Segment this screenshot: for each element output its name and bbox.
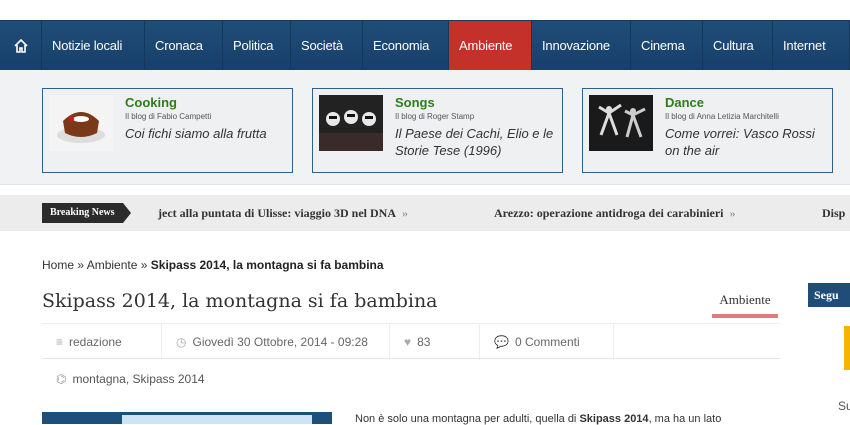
- blog-card-cooking[interactable]: Cooking Il blog di Fabio Campetti Coi fi…: [42, 88, 293, 173]
- ticker-item-text: ject alla puntata di Ulisse: viaggio 3D …: [158, 206, 396, 220]
- blog-category: Dance: [665, 95, 705, 110]
- ticker-item-text: Arezzo: operazione antidroga dei carabin…: [494, 206, 724, 220]
- breaking-news-label: Breaking News: [42, 203, 131, 223]
- meta-likes[interactable]: ♥ 83: [390, 324, 480, 360]
- breadcrumb-current: Skipass 2014, la montagna si fa bambina: [150, 258, 384, 272]
- nav-societa[interactable]: Società: [291, 21, 363, 71]
- breadcrumb-section[interactable]: Ambiente: [87, 258, 138, 272]
- meta-comments[interactable]: 💬 0 Commenti: [480, 324, 614, 360]
- nav-cinema[interactable]: Cinema: [631, 21, 703, 71]
- like-count: 83: [417, 335, 431, 349]
- blog-card-dance[interactable]: Dance Il blog di Anna Letizia Marchitell…: [582, 88, 833, 173]
- cake-thumbnail: [49, 95, 113, 151]
- main-navbar: Notizie locali Cronaca Politica Società …: [0, 20, 850, 71]
- sidebar-highlight: [844, 326, 850, 370]
- sidebar-heading: Segu: [808, 283, 850, 307]
- ticker-item[interactable]: Arezzo: operazione antidroga dei carabin…: [494, 195, 736, 231]
- category-underline: [712, 314, 778, 318]
- nav-internet[interactable]: Internet: [773, 21, 850, 71]
- ticker-item-text: Disp: [822, 206, 846, 220]
- breadcrumb-separator: »: [77, 258, 85, 272]
- teaser-bold: Skipass 2014: [579, 413, 649, 425]
- blog-author: Il blog di Fabio Campetti: [125, 112, 212, 121]
- article-image: [42, 412, 332, 424]
- ticker-separator: »: [402, 206, 408, 220]
- blog-category: Cooking: [125, 95, 177, 110]
- band-thumbnail: [319, 95, 383, 151]
- breadcrumb-separator: »: [140, 258, 148, 272]
- teaser-text: Non è solo una montagna per adulti, quel…: [355, 413, 580, 425]
- blog-author: Il blog di Anna Letizia Marchitelli: [665, 112, 779, 121]
- blog-post-title[interactable]: Come vorrei: Vasco Rossi on the air: [665, 125, 825, 159]
- ticker-item[interactable]: ject alla puntata di Ulisse: viaggio 3D …: [158, 195, 408, 231]
- breadcrumb: Home » Ambiente » Skipass 2014, la monta…: [42, 258, 384, 272]
- publish-date: Giovedì 30 Ottobre, 2014 - 09:28: [192, 335, 368, 349]
- ticker-item[interactable]: Disp: [822, 195, 845, 231]
- article-tags: ⌬ montagna, Skipass 2014: [56, 372, 205, 386]
- nav-economia[interactable]: Economia: [363, 21, 449, 71]
- featured-blogs: Cooking Il blog di Fabio Campetti Coi fi…: [0, 70, 850, 185]
- heart-icon: ♥: [404, 335, 412, 349]
- nav-ambiente[interactable]: Ambiente: [449, 21, 532, 71]
- author-name: redazione: [69, 335, 122, 349]
- comment-icon: 💬: [494, 335, 509, 349]
- sidebar: Segu Su: [808, 283, 850, 424]
- meta-date: ◷ Giovedì 30 Ottobre, 2014 - 09:28: [162, 324, 390, 360]
- article-title: Skipass 2014, la montagna si fa bambina: [42, 290, 438, 312]
- article-category-tab[interactable]: Ambiente: [712, 292, 778, 318]
- blog-category: Songs: [395, 95, 435, 110]
- top-bar: [0, 0, 850, 20]
- clock-icon: ◷: [176, 335, 187, 349]
- blog-post-title[interactable]: Il Paese dei Cachi, Elio e le Storie Tes…: [395, 125, 555, 159]
- sidebar-text: Su: [838, 399, 850, 413]
- nav-politica[interactable]: Politica: [223, 21, 291, 71]
- dancers-thumbnail: [589, 95, 653, 151]
- ticker-separator: »: [729, 206, 736, 220]
- breaking-news-ticker: Breaking News ject alla puntata di Uliss…: [0, 195, 850, 231]
- tag-icon: ⌬: [56, 372, 67, 386]
- author-icon: ≡: [56, 335, 64, 349]
- comment-count: 0 Commenti: [514, 335, 580, 349]
- article-meta: ≡ redazione ◷ Giovedì 30 Ottobre, 2014 - 0…: [42, 323, 780, 360]
- blog-post-title[interactable]: Coi fichi siamo alla frutta: [125, 125, 285, 142]
- meta-author[interactable]: ≡ redazione: [42, 324, 162, 360]
- tags-list[interactable]: montagna, Skipass 2014: [72, 372, 204, 386]
- teaser-text-end: , ma ha un lato: [648, 413, 722, 425]
- nav-cultura[interactable]: Cultura: [703, 21, 773, 71]
- nav-cronaca[interactable]: Cronaca: [145, 21, 223, 71]
- nav-notizie-locali[interactable]: Notizie locali: [42, 21, 145, 71]
- home-icon[interactable]: [0, 21, 42, 71]
- blog-card-songs[interactable]: Songs Il blog di Roger Stamp Il Paese de…: [312, 88, 563, 173]
- breadcrumb-home[interactable]: Home: [42, 258, 74, 272]
- nav-innovazione[interactable]: Innovazione: [532, 21, 631, 71]
- article-teaser: Non è solo una montagna per adulti, quel…: [355, 413, 785, 425]
- blog-author: Il blog di Roger Stamp: [395, 112, 475, 121]
- article-category-label: Ambiente: [719, 292, 771, 307]
